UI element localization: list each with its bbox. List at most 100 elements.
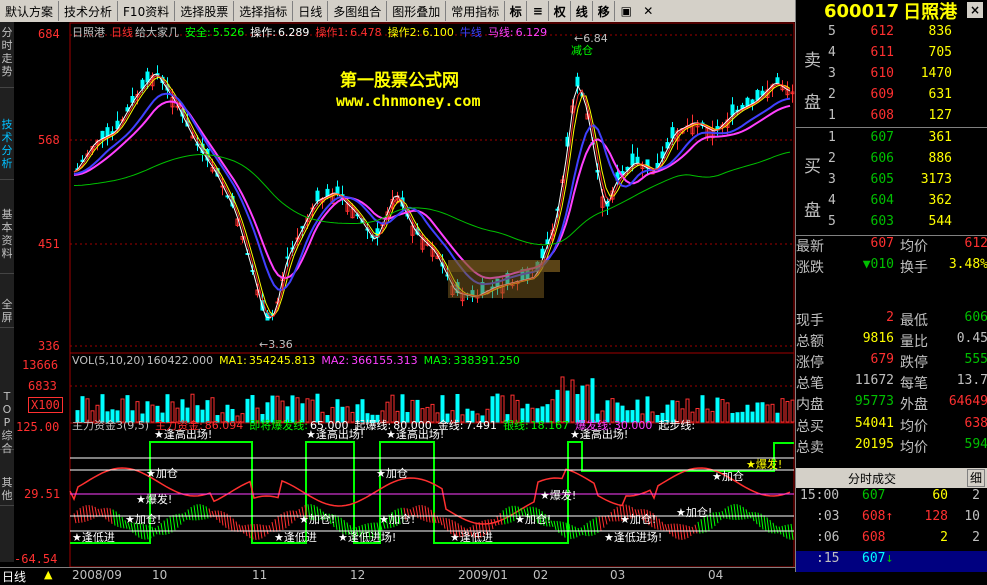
period-label: 日线 (111, 26, 133, 39)
menu-bar: 默认方案 技术分析 F10资料 选择股票 选择指标 日线 多图组合 图形叠加 常… (0, 0, 795, 22)
candle-body (755, 90, 760, 101)
tab-top-composite[interactable]: TOP综合 (0, 390, 14, 455)
quote-row: 涨跌 ▼010 换手 3.48% (796, 257, 987, 278)
close-icon[interactable]: × (967, 2, 983, 18)
ind-value: 86.094 (204, 419, 244, 432)
menu-select-stock[interactable]: 选择股票 (175, 1, 235, 21)
highlight-box (448, 260, 560, 272)
toolbar-mark-button[interactable]: 标 (505, 1, 528, 21)
menu-select-indicator[interactable]: 选择指标 (234, 1, 294, 21)
sell-row[interactable]: 2 609 631 (796, 87, 987, 108)
op-value: 6.289 (277, 26, 310, 39)
detail-button[interactable]: 细 (967, 469, 985, 487)
menu-f10[interactable]: F10资料 (118, 1, 176, 21)
indicator-hatch (712, 512, 716, 527)
menu-common-indicators[interactable]: 常用指标 (446, 1, 506, 21)
tick-price: 608 (862, 530, 886, 545)
indicator-hatch (694, 524, 698, 534)
menu-daily[interactable]: 日线 (293, 1, 329, 21)
sell-row[interactable]: 4 611 705 (796, 45, 987, 66)
tab-fundamentals[interactable]: 基本资料 (0, 208, 14, 274)
sell-row[interactable]: 1 608 127 (796, 108, 987, 129)
indicator-hatch (295, 510, 299, 518)
menu-overlay[interactable]: 图形叠加 (387, 1, 447, 21)
tick-row[interactable]: :15 607↓ (796, 551, 987, 572)
quote-value: 2 (886, 310, 894, 325)
indicator-hatch (82, 506, 86, 523)
buy-row[interactable]: 4 604 362 (796, 193, 987, 214)
indicator-hatch (172, 515, 176, 531)
period-tab[interactable]: 日线 (2, 568, 26, 585)
window-restore-button[interactable]: ▣ (615, 1, 637, 21)
indicator-hatch (727, 506, 731, 520)
buy-row[interactable]: 1 607 361 (796, 130, 987, 151)
toolbar-line-button[interactable]: 线 (571, 1, 594, 21)
tab-other[interactable]: 其他 (0, 476, 14, 506)
indicator-hatch (574, 526, 578, 538)
indicator-hatch (274, 519, 278, 532)
candle-body (635, 156, 640, 164)
menu-tech-analysis[interactable]: 技术分析 (59, 1, 119, 21)
indicator-hatch (418, 505, 422, 520)
volume-bar (790, 399, 795, 423)
book-volume: 886 (928, 151, 952, 166)
buy-row[interactable]: 2 606 886 (796, 151, 987, 172)
book-price: 609 (870, 87, 894, 102)
ind-value: 65.000 (310, 419, 349, 432)
book-price: 603 (870, 214, 894, 229)
quote-key: 总买 (796, 419, 824, 435)
indicator-hatch (748, 511, 752, 519)
indicator-hatch (196, 504, 200, 521)
buy-row[interactable]: 5 603 544 (796, 214, 987, 235)
book-price: 611 (870, 45, 894, 60)
indicator-hatch (772, 522, 776, 534)
quote-value: 594 (964, 437, 987, 452)
down-arrow-icon: ↓ (885, 551, 894, 566)
date-label: 2008/09 (72, 568, 122, 582)
tick-row[interactable]: :06 608 2 2 (796, 530, 987, 551)
tab-intraday[interactable]: 分时走势 (0, 26, 14, 88)
indicator-hatch (163, 520, 167, 535)
ind-label-bottom: ★逢低进场! (604, 530, 662, 544)
chart-area[interactable]: ←3.36 ←6.84 减仓 ★逢高出场! ★逢高出场! ★逢高出场! ★逢高出… (14, 22, 795, 567)
ind-label-add: ★加仓 (376, 466, 408, 480)
period-arrow-icon[interactable]: ▲ (44, 568, 52, 581)
tick-row[interactable]: 15:00 607 60 2 (796, 488, 987, 509)
tick-price: 607 (862, 488, 886, 503)
toolbar-menu-button[interactable]: ≡ (527, 1, 550, 21)
sell-row[interactable]: 3 610 1470 (796, 66, 987, 87)
volume-unit-label[interactable]: X100 (28, 397, 63, 413)
indicator-hatch (256, 524, 260, 540)
tick-count: 2 (972, 530, 980, 545)
buy-row[interactable]: 3 605 3173 (796, 172, 987, 193)
menu-multi-chart[interactable]: 多图组合 (328, 1, 388, 21)
toolbar-rights-button[interactable]: 权 (549, 1, 572, 21)
indicator-hatch (766, 517, 770, 533)
tick-time: :06 (816, 530, 840, 545)
volume-bar (700, 395, 705, 423)
quote-value: 13.7 (956, 373, 987, 388)
tick-row[interactable]: :03 608↑ 128 10 (796, 509, 987, 530)
book-level: 2 (828, 151, 836, 166)
indicator-panel-frame (69, 422, 795, 567)
candle-body (630, 153, 635, 166)
op1-key: 操作1: (315, 26, 349, 39)
toolbar-move-button[interactable]: 移 (593, 1, 616, 21)
quote-key: 外盘 (900, 397, 928, 413)
indicator-hatch (787, 524, 791, 540)
sell-row[interactable]: 5 612 836 (796, 24, 987, 45)
tab-technical[interactable]: 技术分析 (0, 118, 14, 180)
ma3-key: MA3: (423, 354, 452, 367)
safe-value: 5.526 (212, 26, 245, 39)
quote-key: 换手 (900, 260, 928, 276)
window-close-button[interactable]: ✕ (637, 1, 659, 21)
quote-value: ▼010 (862, 257, 894, 272)
book-level: 3 (828, 66, 836, 81)
menu-default-scheme[interactable]: 默认方案 (0, 1, 60, 21)
vol-value: 160422.000 (146, 354, 214, 367)
tab-fullscreen[interactable]: 全屏 (0, 298, 14, 328)
tick-time: 15:00 (800, 488, 840, 503)
indicator-hatch (217, 510, 221, 523)
book-price: 607 (870, 130, 894, 145)
indicator-hatch (334, 514, 338, 530)
